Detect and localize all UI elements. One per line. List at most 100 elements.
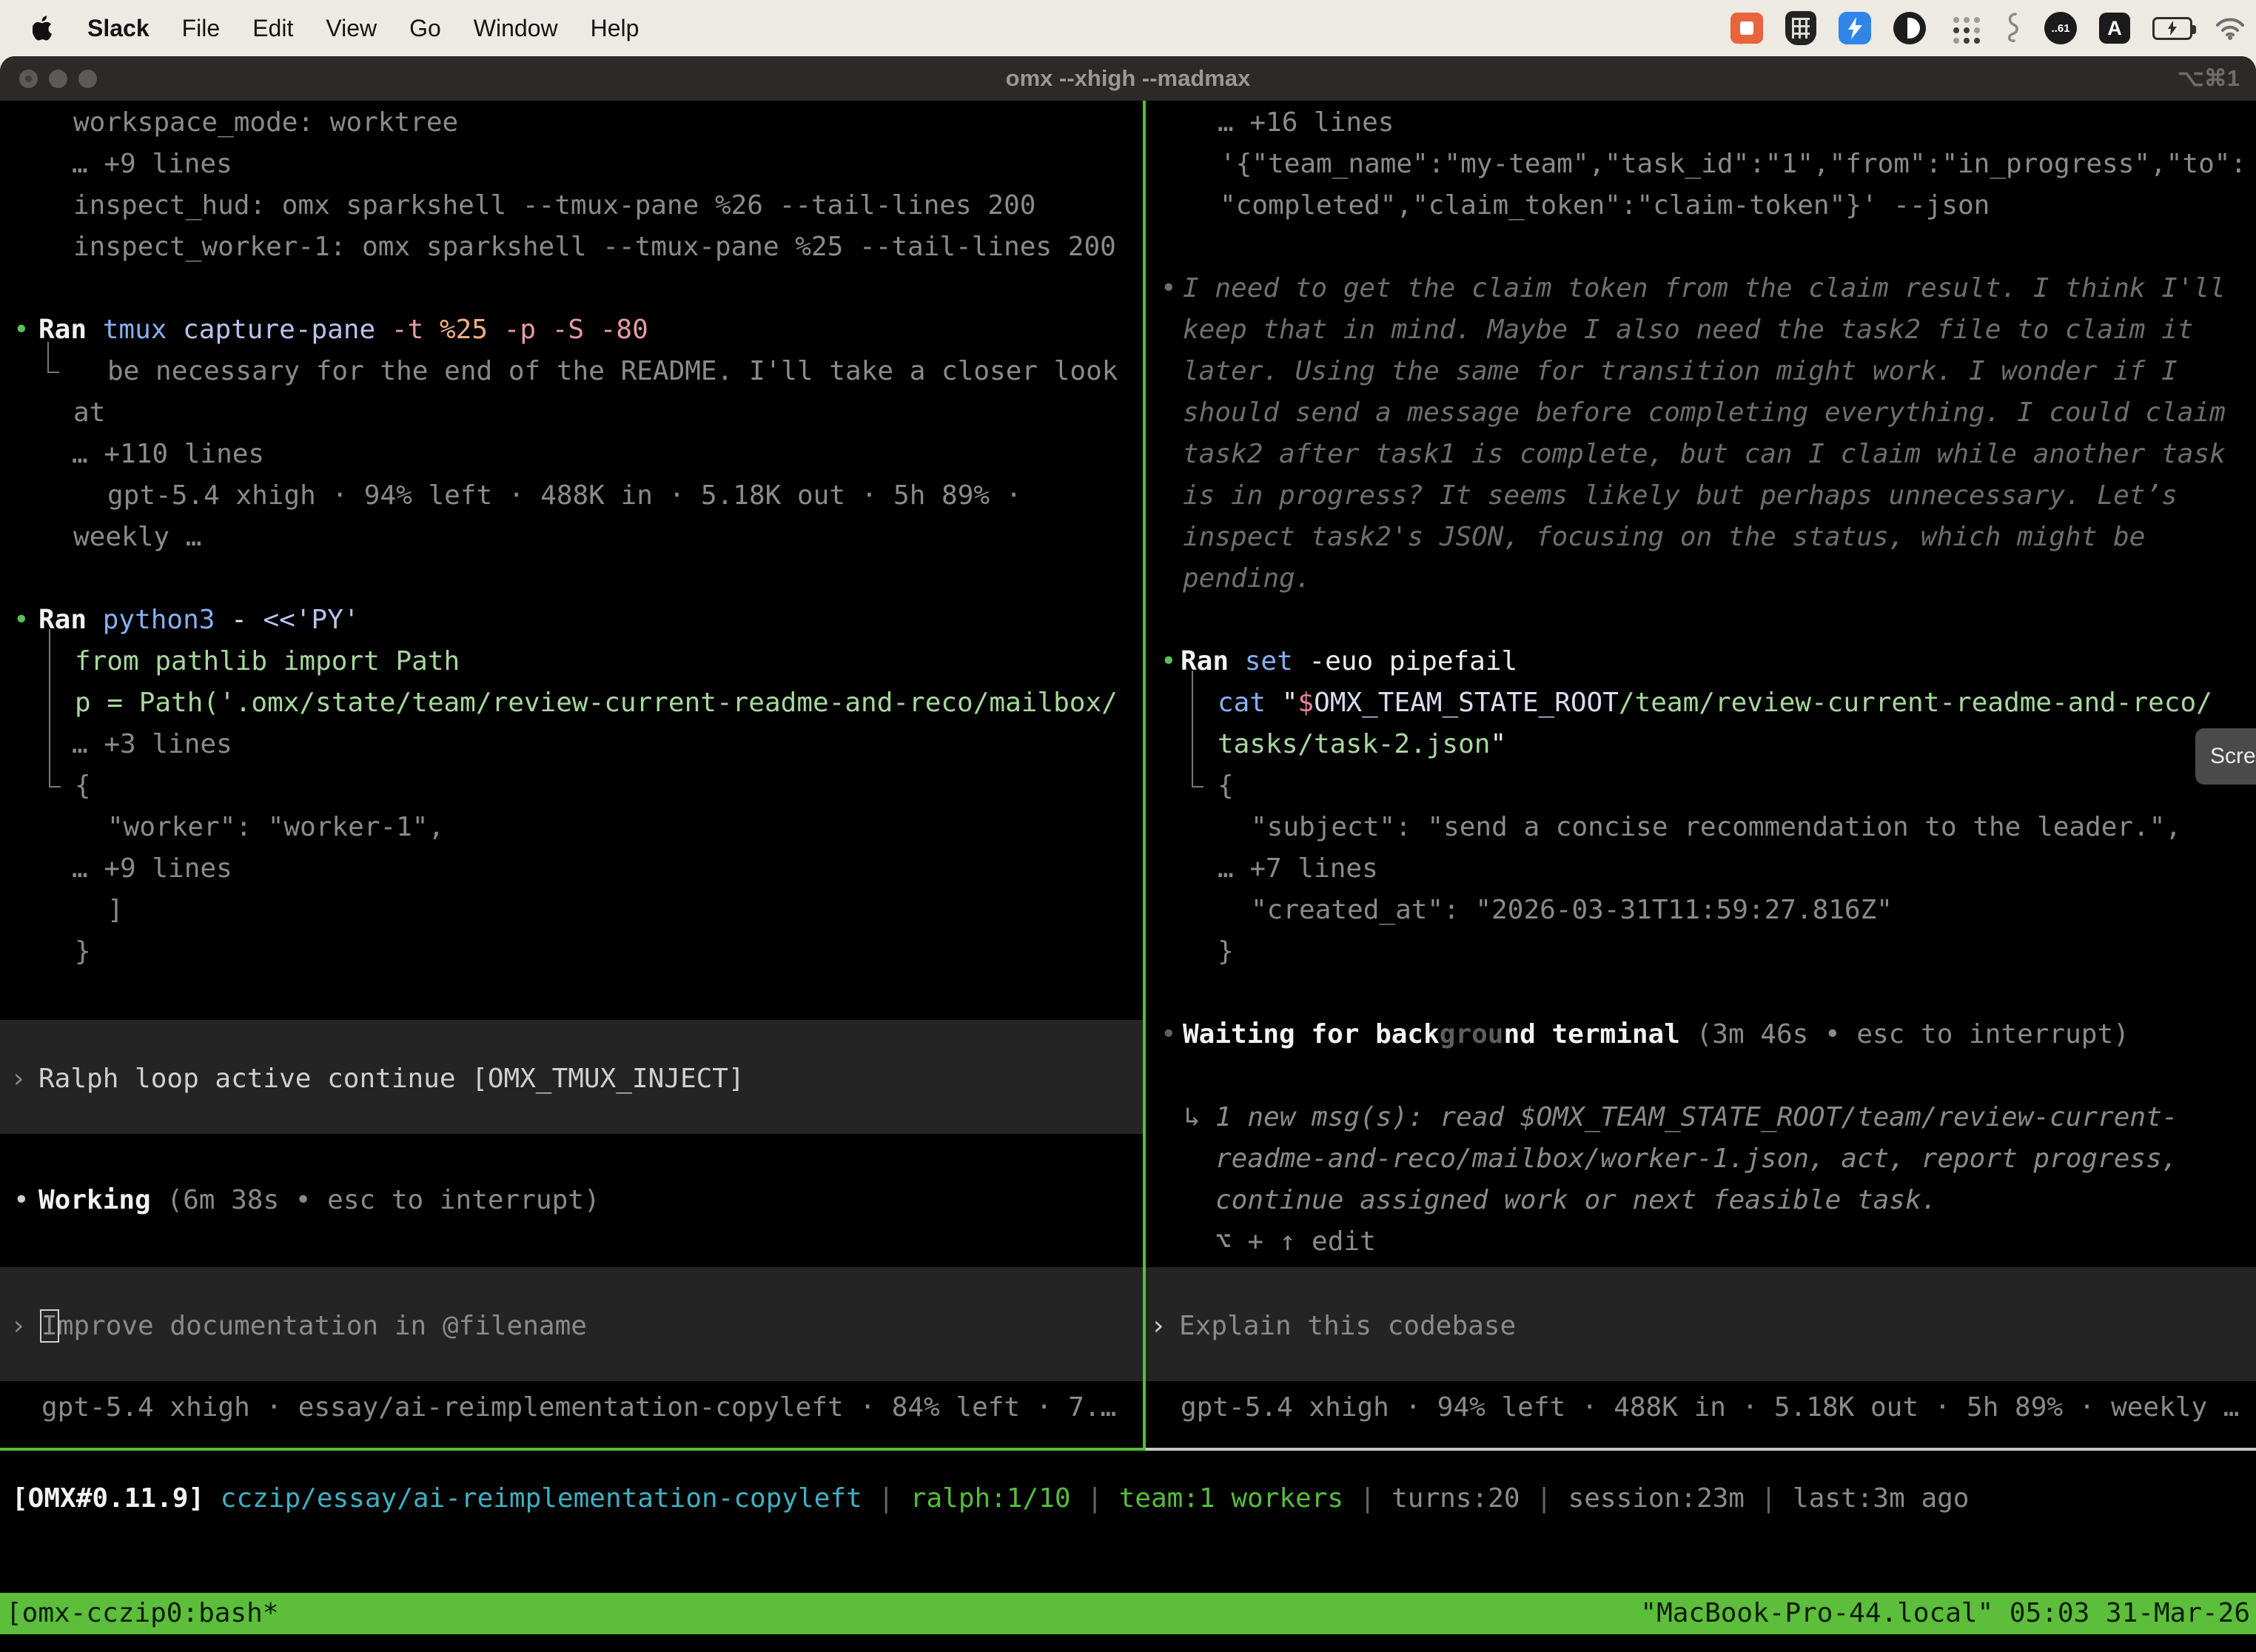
command-output-line: be necessary for the end of the README. … xyxy=(107,351,1118,392)
menu-view[interactable]: View xyxy=(326,15,377,42)
left-input-field[interactable]: Improve documentation in @filename xyxy=(41,1306,587,1347)
cmd-token: cat xyxy=(1218,688,1266,718)
command-line-set-pipefail: Ran set -euo pipefail xyxy=(1181,641,1517,682)
menu-help[interactable]: Help xyxy=(591,15,639,42)
apple-icon[interactable] xyxy=(33,15,55,41)
ralph-counter: ralph:1/10 xyxy=(910,1483,1071,1514)
code-line-path: tasks/task-2.json" xyxy=(1218,724,1506,765)
keyboard-layout-icon[interactable]: A xyxy=(2099,13,2130,44)
edit-shortcut-hint: ⌥ + ↑ edit xyxy=(1215,1221,1376,1263)
thinking-line: keep that in mind. Maybe I also need the… xyxy=(1183,309,2193,351)
prompt-chevron: › xyxy=(10,1306,27,1347)
ran-label: Ran xyxy=(38,605,87,635)
status-bullet: • xyxy=(1161,1014,1177,1055)
omx-version-badge: [OMX#0.11.9] xyxy=(12,1483,204,1514)
collapsed-lines-indicator: … +110 lines xyxy=(72,434,264,475)
right-pane-border xyxy=(1146,1448,2256,1451)
ran-label: Ran xyxy=(38,315,87,345)
status-bullet: • xyxy=(13,1180,30,1221)
cmd-token: -p xyxy=(504,315,536,345)
cmd-token: - xyxy=(231,605,247,635)
command-line-python: Ran python3 - <<'PY' xyxy=(38,600,360,641)
dollar-sigil: $ xyxy=(1297,688,1314,718)
command-output-line: ] xyxy=(107,890,124,931)
crescent-app-icon[interactable] xyxy=(1893,12,1926,44)
msg-arrow: ↳ xyxy=(1184,1097,1201,1138)
command-output-line: weekly … xyxy=(73,517,201,558)
menu-file[interactable]: File xyxy=(182,15,221,42)
tmux-host-clock: "MacBook-Pro-44.local" 05:03 31-Mar-26 xyxy=(1640,1593,2250,1634)
output-connector xyxy=(49,629,61,788)
code-line-cat: cat "$OMX_TEAM_STATE_ROOT/team/review-cu… xyxy=(1218,682,2212,724)
menu-app-name[interactable]: Slack xyxy=(87,15,150,42)
cmd-token: capture-pane xyxy=(183,315,375,345)
command-bullet: • xyxy=(13,600,30,641)
collapsed-lines-indicator: … +7 lines xyxy=(1218,848,1378,890)
turns-counter: turns:20 xyxy=(1391,1483,1520,1514)
left-session-status: gpt-5.4 xhigh · essay/ai-reimplementatio… xyxy=(41,1387,1116,1428)
code-line: from pathlib import Path xyxy=(75,641,460,682)
session-timer: session:23m xyxy=(1568,1483,1745,1514)
chat-app-icon[interactable] xyxy=(1730,13,1763,44)
input-placeholder: mprove documentation in @filename xyxy=(58,1311,587,1341)
squiggle-icon[interactable] xyxy=(2003,11,2022,45)
terminal-window: omx --xhigh --madmax ⌥⌘1 workspace_mode:… xyxy=(0,56,2256,1652)
working-status-line: Working (6m 38s • esc to interrupt) xyxy=(38,1180,600,1221)
collapsed-lines-indicator: … +9 lines xyxy=(72,848,232,890)
battery-icon[interactable] xyxy=(2152,17,2192,40)
menu-edit[interactable]: Edit xyxy=(252,15,293,42)
menu-bar-left: Slack File Edit View Go Window Help xyxy=(0,15,639,42)
left-pane-border xyxy=(0,1448,1143,1451)
thinking-line: should send a message before completing … xyxy=(1183,392,2226,434)
command-output-line: } xyxy=(75,931,91,973)
omx-status-line: [OMX#0.11.9] cczip/essay/ai-reimplementa… xyxy=(12,1478,1969,1520)
shimmer-segment: grou xyxy=(1440,1019,1504,1050)
terminal-output-line: inspect_worker-1: omx sparkshell --tmux-… xyxy=(73,226,1116,268)
thinking-bullet: • xyxy=(1161,268,1177,309)
mailbox-msg-line: 1 new msg(s): read $OMX_TEAM_STATE_ROOT/… xyxy=(1215,1097,2178,1138)
cmd-token: -euo pipefail xyxy=(1309,646,1517,676)
cmd-token: %25 xyxy=(440,315,488,345)
waiting-detail: (3m 46s • esc to interrupt) xyxy=(1696,1019,2129,1050)
command-output-line: { xyxy=(1218,765,1234,807)
team-counter: team:1 workers xyxy=(1119,1483,1343,1514)
collapsed-lines-indicator: … +9 lines xyxy=(72,144,232,185)
dots-grid-icon[interactable] xyxy=(1948,12,1981,44)
shield-grid-icon[interactable] xyxy=(1785,11,1816,45)
working-detail: (6m 38s • esc to interrupt) xyxy=(167,1185,600,1215)
cmd-token: python3 xyxy=(103,605,215,635)
ran-label: Ran xyxy=(1181,646,1229,676)
right-input-field[interactable]: Explain this codebase xyxy=(1179,1306,1516,1347)
mailbox-msg-line: continue assigned work or next feasible … xyxy=(1215,1180,1937,1221)
command-output-line: "created_at": "2026-03-31T11:59:27.816Z" xyxy=(1251,890,1893,931)
code-line: p = Path('.omx/state/team/review-current… xyxy=(75,682,1118,724)
command-line-tmux-capture: Ran tmux capture-pane -t %25 -p -S -80 xyxy=(38,309,648,351)
tmux-session-name[interactable]: [omx-cczip0:bash* xyxy=(6,1593,278,1634)
thinking-line: later. Using the same for transition mig… xyxy=(1183,351,2178,392)
waiting-status-line: Waiting for background terminal (3m 46s … xyxy=(1183,1014,2129,1055)
wifi-icon[interactable] xyxy=(2215,16,2246,40)
command-output-line: at xyxy=(73,392,105,434)
title-bar: omx --xhigh --madmax ⌥⌘1 xyxy=(0,56,2256,101)
blue-lightning-icon[interactable] xyxy=(1839,12,1871,44)
command-output-line: "worker": "worker-1", xyxy=(107,807,444,848)
path-token: /team/review-current-readme-and-reco/ xyxy=(1619,688,2212,718)
window-shortcut-badge: ⌥⌘1 xyxy=(2178,56,2240,101)
menu-window[interactable]: Window xyxy=(474,15,558,42)
cmd-token: -S xyxy=(552,315,584,345)
menu-go[interactable]: Go xyxy=(409,15,441,42)
battery-percent-badge[interactable]: ..61 xyxy=(2044,12,2077,44)
collapsed-lines-indicator: … +16 lines xyxy=(1218,102,1394,144)
path-token: tasks/task-2.json xyxy=(1218,729,1490,759)
menu-bar: Slack File Edit View Go Window Help ..61… xyxy=(0,0,2256,56)
prompt-chevron: › xyxy=(1150,1306,1166,1347)
command-output-line: } xyxy=(1218,931,1234,973)
cmd-token: -t xyxy=(392,315,423,345)
command-output-line: gpt-5.4 xhigh · 94% left · 488K in · 5.1… xyxy=(107,475,1021,517)
command-output-line: { xyxy=(75,765,91,807)
window-title: omx --xhigh --madmax xyxy=(0,56,2256,101)
tmux-status-bar: [omx-cczip0:bash* "MacBook-Pro-44.local"… xyxy=(0,1593,2256,1634)
pane-divider[interactable] xyxy=(1143,101,1146,1451)
right-session-status: gpt-5.4 xhigh · 94% left · 488K in · 5.1… xyxy=(1181,1387,2239,1428)
cmd-token: <<'PY' xyxy=(263,605,360,635)
